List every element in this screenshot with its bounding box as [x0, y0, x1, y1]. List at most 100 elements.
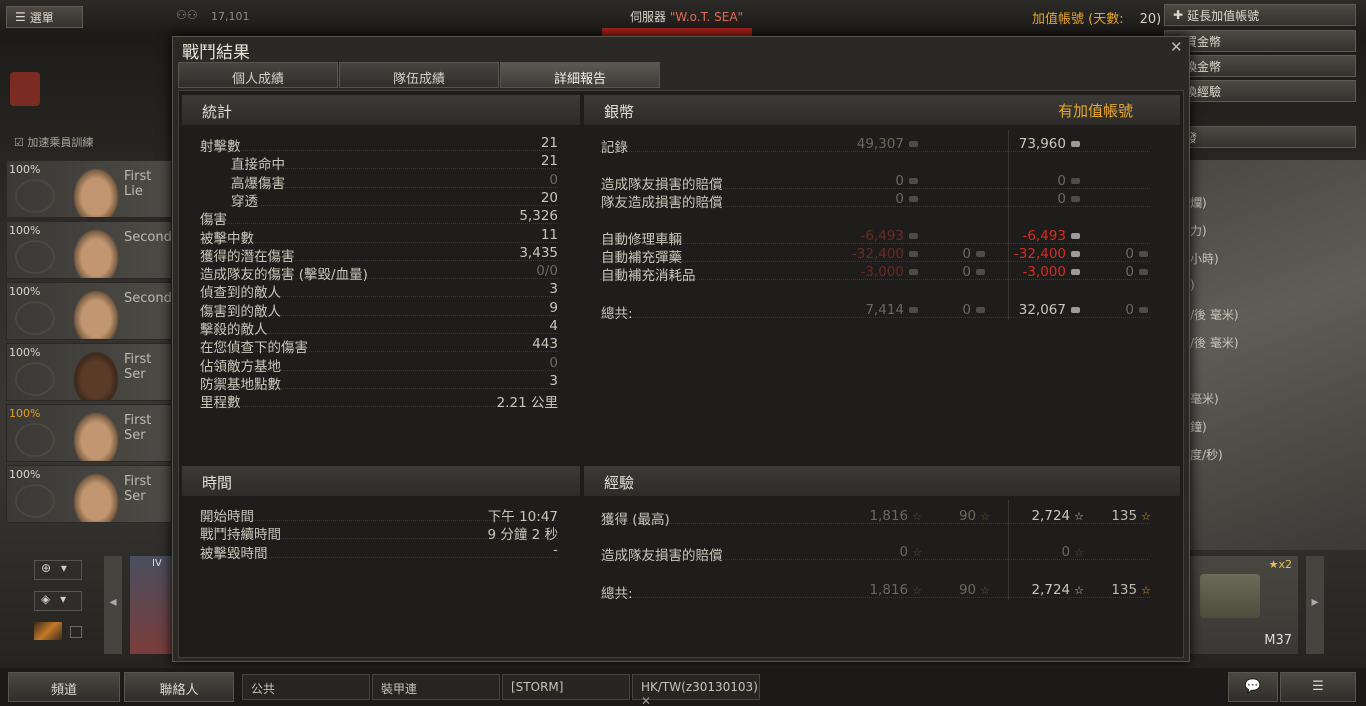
credits-icon: [909, 251, 918, 257]
crew-panel-icon: [10, 72, 40, 106]
ready-filter-icon[interactable]: [34, 622, 62, 640]
credits-icon: [1071, 307, 1080, 313]
close-icon[interactable]: ✕: [641, 694, 651, 706]
credits-icon: [1071, 251, 1080, 257]
chat-bubble-icon[interactable]: 💬: [1228, 672, 1278, 702]
stat-value: 0: [549, 354, 558, 371]
tank-name: M37: [1264, 633, 1292, 648]
credit-label: 自動補充消耗品: [601, 268, 696, 284]
carousel-right-arrow[interactable]: ▸: [1306, 556, 1324, 654]
xp-premium: 2,724 ☆: [1031, 508, 1084, 526]
credit-premium-text: 0: [1057, 173, 1066, 189]
xp-base-free-text: 90: [958, 508, 977, 524]
stat-value: 0/0: [536, 263, 558, 280]
close-icon[interactable]: ✕: [1170, 38, 1183, 56]
vehicle-stat: 鐘): [1190, 420, 1207, 434]
credit-premium: 73,960: [1019, 136, 1080, 154]
contacts-button[interactable]: 聯絡人: [124, 672, 234, 702]
credit-base: -6,493: [860, 228, 918, 246]
stat-label: 射擊數: [200, 139, 241, 155]
vehicle-stat: 爛): [1190, 196, 1207, 210]
tank-type-icon: ◈: [41, 592, 51, 606]
credits-icon: [909, 178, 918, 184]
role-icon: [15, 301, 55, 335]
xp-premium: 2,724 ☆: [1031, 582, 1084, 600]
xp-premium-free: 135 ☆: [1111, 508, 1151, 526]
ready-filter-checkbox[interactable]: [70, 626, 82, 638]
credits-icon: [1139, 251, 1148, 257]
credit-premium-text: 0: [1057, 191, 1066, 207]
exchange-gold-button[interactable]: 兌換金幣: [1164, 55, 1356, 77]
xp-premium: 0 ☆: [1062, 544, 1084, 562]
premium-label: 加值帳號 (天數: 20): [1032, 12, 1162, 27]
players-online-icon: ⚇⚇: [176, 8, 198, 22]
stat-value: 5,326: [519, 208, 558, 225]
column-divider: [1008, 130, 1009, 320]
notifications-list-icon[interactable]: ☰: [1280, 672, 1356, 702]
stat-label: 被擊中數: [200, 230, 254, 247]
plus-icon: ✚: [1173, 8, 1184, 22]
channel-tab[interactable]: 公共: [242, 674, 370, 700]
channels-button[interactable]: 頻道: [8, 672, 120, 702]
stat-label: 傷害: [200, 212, 227, 229]
server-info: 伺服器 "W.o.T. SEA": [630, 10, 744, 24]
credits-icon: [976, 307, 985, 313]
credits-icon: [1071, 141, 1080, 147]
menu-button[interactable]: ☰ 選單: [6, 6, 83, 28]
credit-base-text: 0: [895, 191, 904, 207]
stat-value: 0: [549, 171, 558, 188]
crew-member[interactable]: 100% First Ser: [6, 404, 172, 462]
channel-tab[interactable]: [STORM]: [502, 674, 630, 700]
tab-team[interactable]: 隊伍成績: [339, 62, 499, 88]
vehicle-stat: /後 毫米): [1190, 336, 1239, 350]
buy-gold-button[interactable]: 購買金幣: [1164, 30, 1356, 52]
extend-premium-button[interactable]: ✚ 延長加值帳號: [1164, 4, 1356, 26]
xp-premium-text: 2,724: [1031, 508, 1071, 524]
row-leader: [200, 223, 558, 225]
carousel-tank-m37[interactable]: ★x2 M37: [1190, 556, 1298, 654]
role-icon: [15, 423, 55, 457]
xp-base: 0 ☆: [900, 544, 922, 562]
xp-star-icon: ☆: [912, 584, 922, 597]
xp-star-icon: ☆: [980, 510, 990, 523]
channel-tab[interactable]: 裝甲連: [372, 674, 500, 700]
credits-icon: [1139, 307, 1148, 313]
role-icon: [15, 179, 55, 213]
convert-xp-button[interactable]: 轉換經驗: [1164, 80, 1356, 102]
xp-base-free: 90 ☆: [959, 508, 990, 526]
tab-personal[interactable]: 個人成績: [178, 62, 338, 88]
nation-filter[interactable]: ⊕ ▾: [34, 560, 82, 580]
stat-value: 4: [549, 318, 558, 334]
stat-label: 直接命中: [231, 157, 285, 174]
crew-member[interactable]: 100% First Ser: [6, 465, 172, 523]
accelerate-training[interactable]: ☑ 加速乘員訓練: [14, 134, 93, 150]
role-icon: [15, 484, 55, 518]
channel-tab[interactable]: HK/TW(z30130103) ✕: [632, 674, 760, 706]
crew-member[interactable]: 100% Second: [6, 282, 172, 340]
crew-member[interactable]: 100% Second: [6, 221, 172, 279]
xp-premium-free-text: 135: [1111, 582, 1138, 598]
credit-label: 總共:: [601, 306, 633, 322]
stat-label: 造成隊友的傷害 (擊毀/血量): [200, 267, 368, 284]
credit-base: 49,307: [857, 136, 918, 154]
stat-label: 里程數: [200, 395, 241, 412]
type-filter[interactable]: ◈ ▾: [34, 591, 82, 611]
credits-icon: [909, 307, 918, 313]
battle-button[interactable]: [602, 28, 752, 36]
crew-member[interactable]: 100% First Lie: [6, 160, 172, 218]
tab-detailed-report[interactable]: 詳細報告: [500, 62, 660, 88]
research-button[interactable]: 研發: [1164, 126, 1356, 148]
carousel-left-arrow[interactable]: ◂: [104, 556, 122, 654]
crew-member[interactable]: 100% First Ser: [6, 343, 172, 401]
carousel-tank-slot[interactable]: IV: [130, 556, 174, 654]
credit-premium-text: -32,400: [1013, 246, 1066, 262]
xp-star-icon: ☆: [912, 510, 922, 523]
crew-portrait: [69, 407, 123, 461]
credit-premium-text: -6,493: [1022, 228, 1066, 244]
credit-premium-gold-text: 0: [1125, 302, 1134, 318]
xp-star-icon: ☆: [912, 546, 922, 559]
globe-icon: ⊕: [41, 561, 52, 575]
role-icon: [15, 362, 55, 396]
credits-icon: [909, 233, 918, 239]
credit-base: -32,400: [852, 246, 918, 264]
